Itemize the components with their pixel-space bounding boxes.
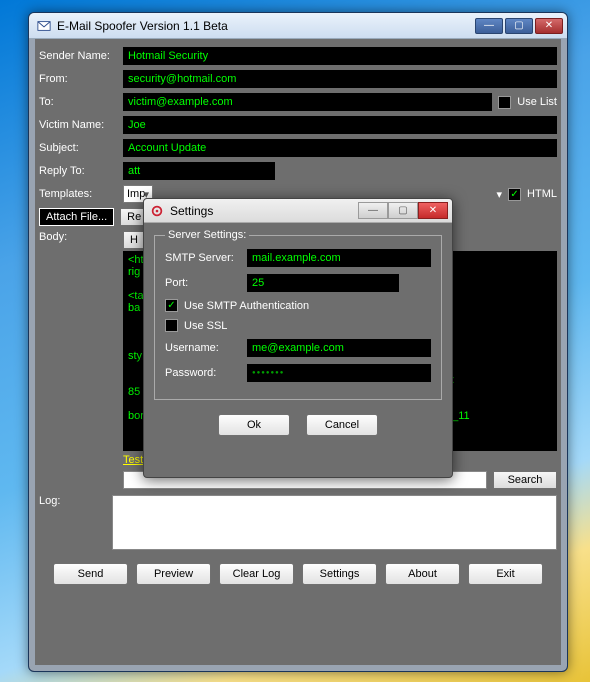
password-label: Password: [165,367,241,379]
sender-name-input[interactable] [123,47,557,65]
dialog-titlebar: Settings — ▢ ✕ [144,199,452,223]
templates-value: Imp [127,188,145,200]
server-settings-legend: Server Settings: [165,229,249,241]
attach-file-button[interactable]: Attach File... [39,208,114,226]
subject-input[interactable] [123,139,557,157]
clear-log-button[interactable]: Clear Log [219,563,294,585]
dialog-window-buttons: — ▢ ✕ [358,202,448,219]
use-ssl-label: Use SSL [184,320,227,332]
smtp-input[interactable] [247,249,431,267]
main-button-bar: Send Preview Clear Log Settings About Ex… [39,555,557,591]
maximize-button[interactable]: ▢ [505,18,533,34]
reply-to-input[interactable] [123,162,275,180]
search-button[interactable]: Search [493,471,557,489]
server-settings-group: Server Settings: SMTP Server: Port: Use … [154,229,442,400]
to-label: To: [39,96,117,108]
body-label: Body: [39,231,117,243]
settings-button[interactable]: Settings [302,563,377,585]
use-list-label: Use List [517,96,557,108]
username-input[interactable] [247,339,431,357]
templates-label: Templates: [39,188,117,200]
dialog-close-button[interactable]: ✕ [418,202,448,219]
cancel-button[interactable]: Cancel [306,414,378,436]
dialog-body: Server Settings: SMTP Server: Port: Use … [144,223,452,442]
use-ssl-checkbox[interactable] [165,319,178,332]
exit-button[interactable]: Exit [468,563,543,585]
port-input[interactable] [247,274,399,292]
window-buttons: — ▢ ✕ [475,18,563,34]
victim-name-input[interactable] [123,116,557,134]
html-checkbox[interactable] [508,188,521,201]
dialog-minimize-button[interactable]: — [358,202,388,219]
mail-icon [37,19,51,33]
dialog-title: Settings [170,204,352,218]
about-button[interactable]: About [385,563,460,585]
log-output [112,495,557,550]
use-list-checkbox[interactable] [498,96,511,109]
gear-icon [150,204,164,218]
use-auth-label: Use SMTP Authentication [184,300,309,312]
minimize-button[interactable]: — [475,18,503,34]
ok-button[interactable]: Ok [218,414,290,436]
sender-name-label: Sender Name: [39,50,117,62]
reply-to-label: Reply To: [39,165,117,177]
main-title: E-Mail Spoofer Version 1.1 Beta [57,19,469,33]
close-button[interactable]: ✕ [535,18,563,34]
dialog-maximize-button[interactable]: ▢ [388,202,418,219]
dialog-button-bar: Ok Cancel [154,408,442,436]
settings-dialog: Settings — ▢ ✕ Server Settings: SMTP Ser… [143,198,453,478]
use-auth-checkbox[interactable] [165,299,178,312]
password-input[interactable] [247,364,431,382]
preview-button[interactable]: Preview [136,563,211,585]
html-toggle-button[interactable]: H [123,231,145,249]
subject-label: Subject: [39,142,117,154]
from-label: From: [39,73,117,85]
send-button[interactable]: Send [53,563,128,585]
log-label: Log: [39,495,106,507]
smtp-label: SMTP Server: [165,252,241,264]
main-titlebar: E-Mail Spoofer Version 1.1 Beta — ▢ ✕ [29,13,567,39]
to-input[interactable] [123,93,492,111]
victim-name-label: Victim Name: [39,119,117,131]
from-input[interactable] [123,70,557,88]
port-label: Port: [165,277,241,289]
html-label: HTML [527,188,557,200]
username-label: Username: [165,342,241,354]
